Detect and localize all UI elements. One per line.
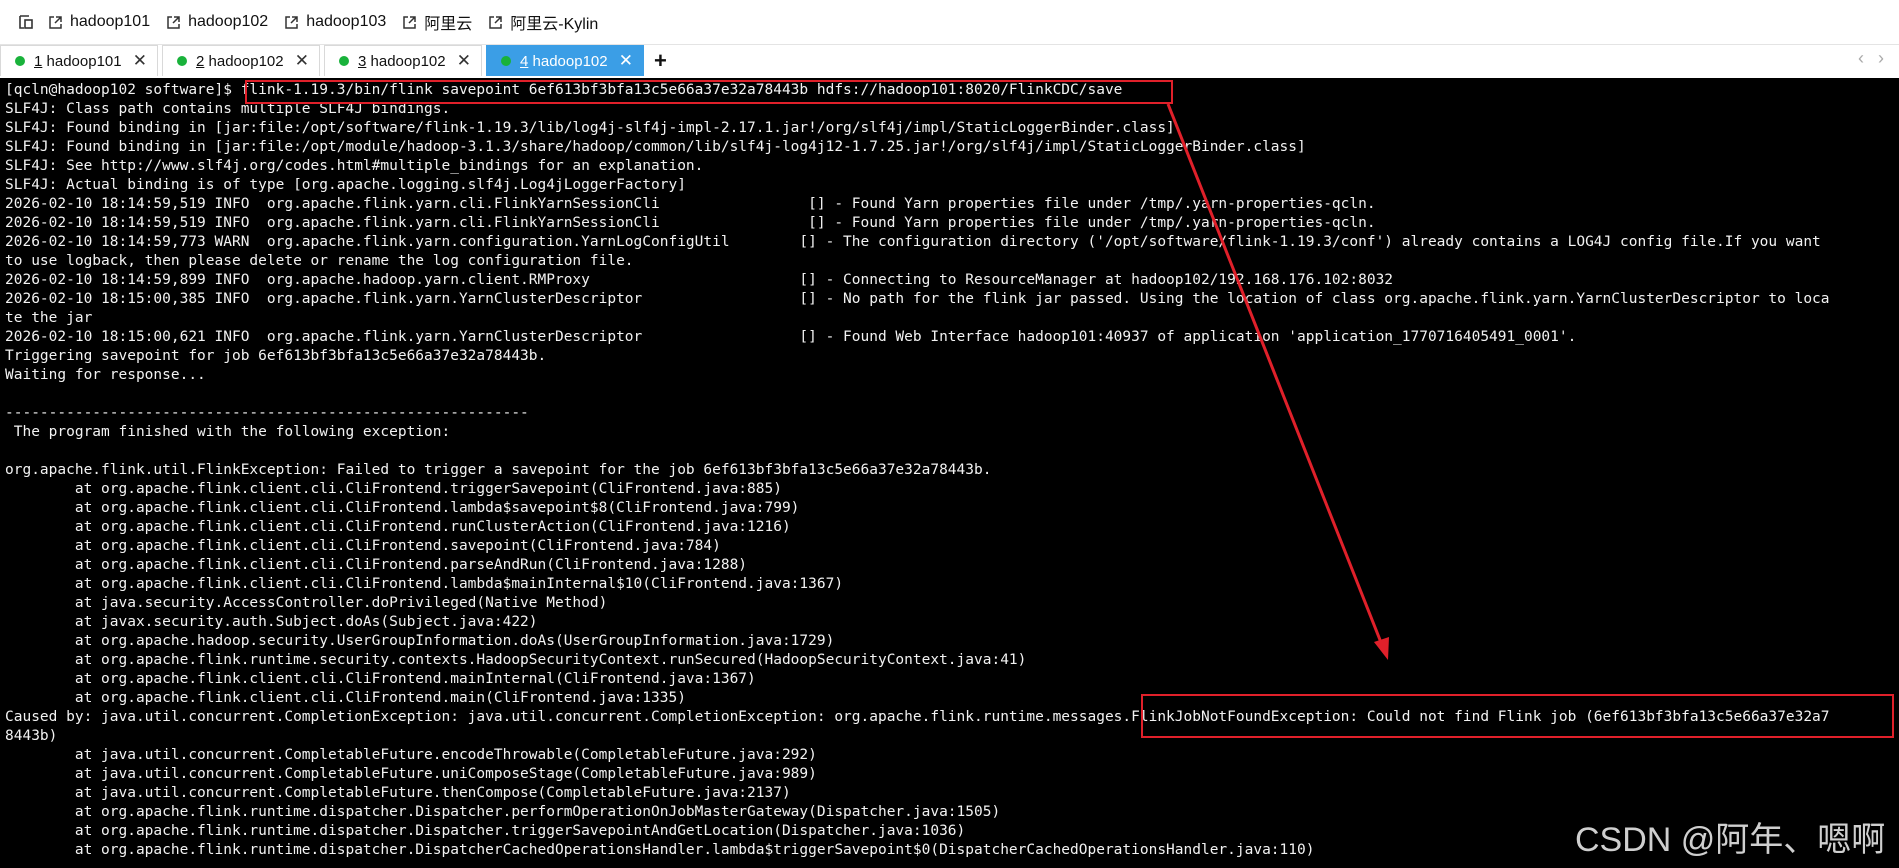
annotation-arrow: [1166, 103, 1389, 660]
watermark: CSDN @阿年、嗯啊: [1575, 821, 1886, 859]
